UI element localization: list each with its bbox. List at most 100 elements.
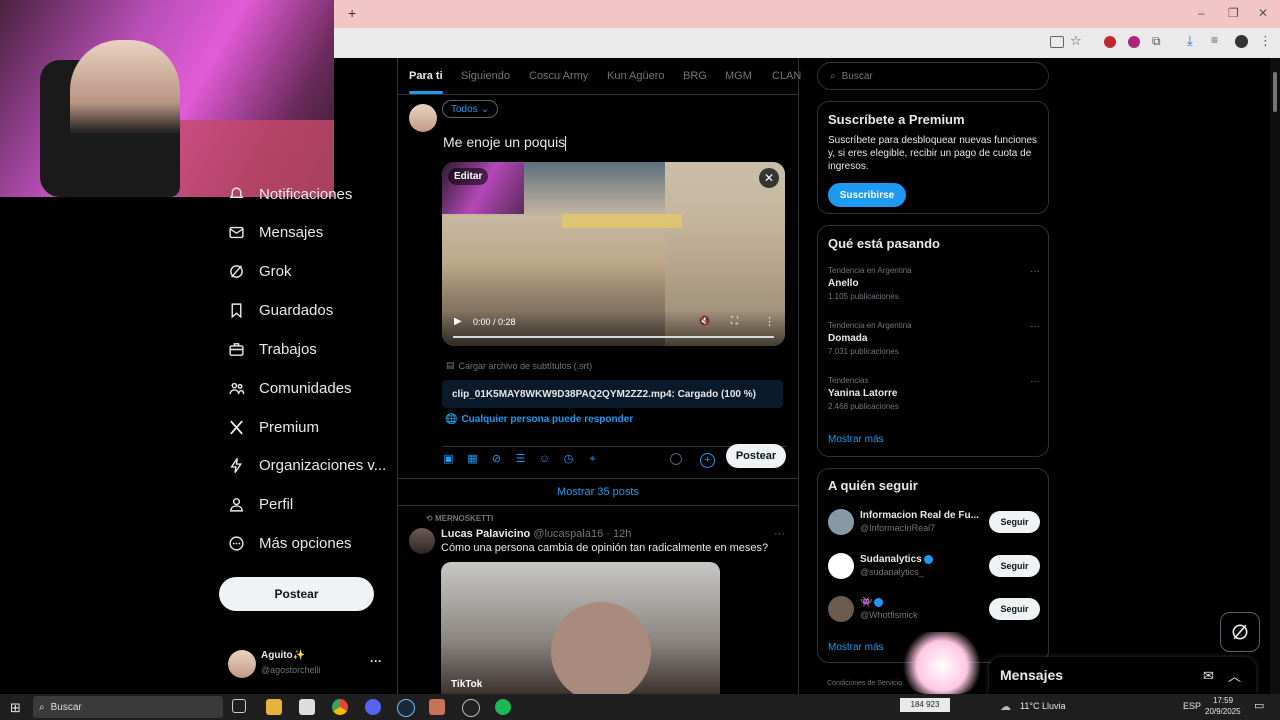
steam-icon[interactable] <box>397 699 415 717</box>
footer-link[interactable]: Condiciones de Servicio <box>827 680 902 687</box>
follow-button[interactable]: Seguir <box>989 511 1040 533</box>
audience-selector[interactable]: Todos ⌄ <box>442 100 499 118</box>
reply-setting-button[interactable]: 🌐 Cualquier persona puede responder <box>445 414 633 425</box>
tweet-time[interactable]: · 12h <box>606 528 631 540</box>
video-more-icon[interactable]: ⋮ <box>764 315 775 328</box>
sidebar-post-button[interactable]: Postear <box>219 577 374 611</box>
clock-time[interactable]: 17:59 <box>1213 696 1233 705</box>
tab-para-ti[interactable]: Para ti <box>409 70 443 94</box>
follow-suggestion[interactable]: Sudanalytics @sudanalytics_ Seguir <box>828 552 1040 582</box>
poll-icon[interactable]: ☰ <box>514 453 527 466</box>
trend-item[interactable]: Tendencia en Argentina Anello 1.105 publ… <box>828 266 1040 310</box>
video-progress-bar[interactable] <box>453 336 774 338</box>
follow-button[interactable]: Seguir <box>989 555 1040 577</box>
paint-icon[interactable] <box>429 699 445 715</box>
image-icon[interactable]: ▣ <box>442 453 455 466</box>
tweet[interactable]: ⟲ MERNOSKETTI Lucas Palavicino @lucaspal… <box>398 510 798 694</box>
scrollbar-thumb[interactable] <box>1273 72 1277 112</box>
messages-drawer[interactable]: Mensajes ✉ ︿ <box>989 657 1256 694</box>
sidebar-item-organizaciones[interactable]: Organizaciones v... <box>228 453 386 477</box>
tweet-author-handle[interactable]: @lucaspala16 <box>533 528 603 540</box>
file-explorer-icon[interactable] <box>266 699 282 715</box>
follow-suggestion[interactable]: 👾 @Whotfismick Seguir <box>828 595 1040 625</box>
screenshot-icon[interactable] <box>1050 36 1064 48</box>
trend-more-icon[interactable]: ··· <box>1030 266 1040 277</box>
trend-more-icon[interactable]: ··· <box>1030 376 1040 387</box>
grok-floating-button[interactable] <box>1220 612 1260 652</box>
attached-video[interactable]: Editar ✕ ▶ 0:00 / 0:28 🔇 ⛶ ⋮ <box>442 162 785 346</box>
account-switcher[interactable]: Aguito✨ @agostorchelli ··· <box>228 648 388 680</box>
chevron-up-icon[interactable]: ︿ <box>1228 666 1241 685</box>
search-input[interactable]: ⌕ Buscar <box>817 62 1049 90</box>
gif-icon[interactable]: ▦ <box>466 453 479 466</box>
tab-siguiendo[interactable]: Siguiendo <box>461 70 510 82</box>
compose-avatar[interactable] <box>409 104 437 132</box>
follow-button[interactable]: Seguir <box>989 598 1040 620</box>
sidebar-item-notificaciones[interactable]: Notificaciones <box>228 182 352 206</box>
sidebar-item-premium[interactable]: Premium <box>228 415 319 439</box>
sidebar-item-trabajos[interactable]: Trabajos <box>228 337 317 361</box>
download-icon[interactable]: ⤓ <box>1187 33 1193 49</box>
sidebar-item-mensajes[interactable]: Mensajes <box>228 220 323 244</box>
kebab-menu-icon[interactable]: ⋮ <box>1259 33 1272 49</box>
minimize-button[interactable]: – <box>1198 6 1205 20</box>
avatar[interactable] <box>409 528 435 554</box>
trends-show-more-link[interactable]: Mostrar más <box>828 434 884 445</box>
show-new-posts-button[interactable]: Mostrar 35 posts <box>398 478 798 506</box>
language-indicator[interactable]: ESP <box>1183 701 1201 711</box>
obs-icon[interactable] <box>462 699 480 717</box>
sidebar-item-perfil[interactable]: Perfil <box>228 492 293 516</box>
profile-more-icon[interactable]: ··· <box>370 654 382 668</box>
follow-show-more-link[interactable]: Mostrar más <box>828 642 884 653</box>
tab-kun-aguero[interactable]: Kun Agüero <box>607 70 665 82</box>
edit-media-button[interactable]: Editar <box>448 168 489 185</box>
compose-post-button[interactable]: Postear <box>726 444 786 468</box>
mute-icon[interactable]: 🔇 <box>698 316 710 327</box>
new-tab-button[interactable]: + <box>348 5 356 21</box>
chrome-icon[interactable] <box>332 699 348 715</box>
emoji-icon[interactable]: ☺ <box>538 453 551 466</box>
weather-text[interactable]: 11°C Lluvia <box>1020 701 1065 711</box>
windows-start-icon[interactable]: ⊞ <box>10 700 21 716</box>
media-icon[interactable]: ≡ <box>1211 33 1218 47</box>
play-icon[interactable]: ▶ <box>454 316 462 327</box>
extension-red-icon[interactable] <box>1104 36 1116 48</box>
page-scrollbar[interactable] <box>1270 58 1280 694</box>
sidebar-item-guardados[interactable]: Guardados <box>228 298 333 322</box>
compose-textarea[interactable]: Me enoje un poquis <box>443 134 566 151</box>
tab-coscu-army[interactable]: Coscu Army <box>529 70 588 82</box>
clock-date[interactable]: 20/9/2025 <box>1205 707 1241 716</box>
tab-brg[interactable]: BRG <box>683 70 707 82</box>
taskbar-search[interactable]: ⌕ Buscar <box>33 696 223 718</box>
sidebar-item-mas-opciones[interactable]: Más opciones <box>228 531 352 555</box>
profile-avatar-icon[interactable] <box>1235 35 1248 48</box>
star-icon[interactable]: ☆ <box>1070 33 1082 49</box>
schedule-icon[interactable]: ◷ <box>562 453 575 466</box>
discord-icon[interactable] <box>365 699 381 715</box>
fullscreen-icon[interactable]: ⛶ <box>731 316 738 327</box>
upload-subtitles-link[interactable]: ▤ Cargar archivo de subtítulos (.srt) <box>446 360 592 371</box>
tab-mgm[interactable]: MGM <box>725 70 752 82</box>
sidebar-item-comunidades[interactable]: Comunidades <box>228 376 352 400</box>
follow-suggestion[interactable]: Informacion Real de Fu... @InformacInRea… <box>828 508 1040 538</box>
store-icon[interactable] <box>299 699 315 715</box>
tweet-more-icon[interactable]: ··· <box>774 528 785 540</box>
subscribe-button[interactable]: Suscribirse <box>828 183 906 207</box>
close-window-button[interactable]: ✕ <box>1258 6 1268 20</box>
sidebar-item-grok[interactable]: Grok <box>228 259 292 283</box>
tab-clan[interactable]: CLAN <box>772 70 801 82</box>
grok-compose-icon[interactable]: ⊘ <box>490 453 503 466</box>
tweet-author-name[interactable]: Lucas Palavicino <box>441 528 530 540</box>
notification-icon[interactable]: ▭ <box>1254 699 1264 712</box>
maximize-button[interactable]: ❐ <box>1228 6 1239 20</box>
location-icon[interactable]: ⌖ <box>586 453 599 466</box>
task-view-icon[interactable] <box>232 699 246 713</box>
trend-more-icon[interactable]: ··· <box>1030 321 1040 332</box>
add-post-icon[interactable]: + <box>700 453 715 468</box>
tweet-video[interactable]: TikTok <box>441 562 720 694</box>
trend-item[interactable]: Tendencias Yanina Latorre 2.468 publicac… <box>828 376 1040 420</box>
trend-item[interactable]: Tendencia en Argentina Domada 7.031 publ… <box>828 321 1040 365</box>
extension-purple-icon[interactable] <box>1128 36 1140 48</box>
new-message-icon[interactable]: ✉ <box>1203 668 1214 684</box>
puzzle-icon[interactable]: ⧉ <box>1152 34 1161 49</box>
